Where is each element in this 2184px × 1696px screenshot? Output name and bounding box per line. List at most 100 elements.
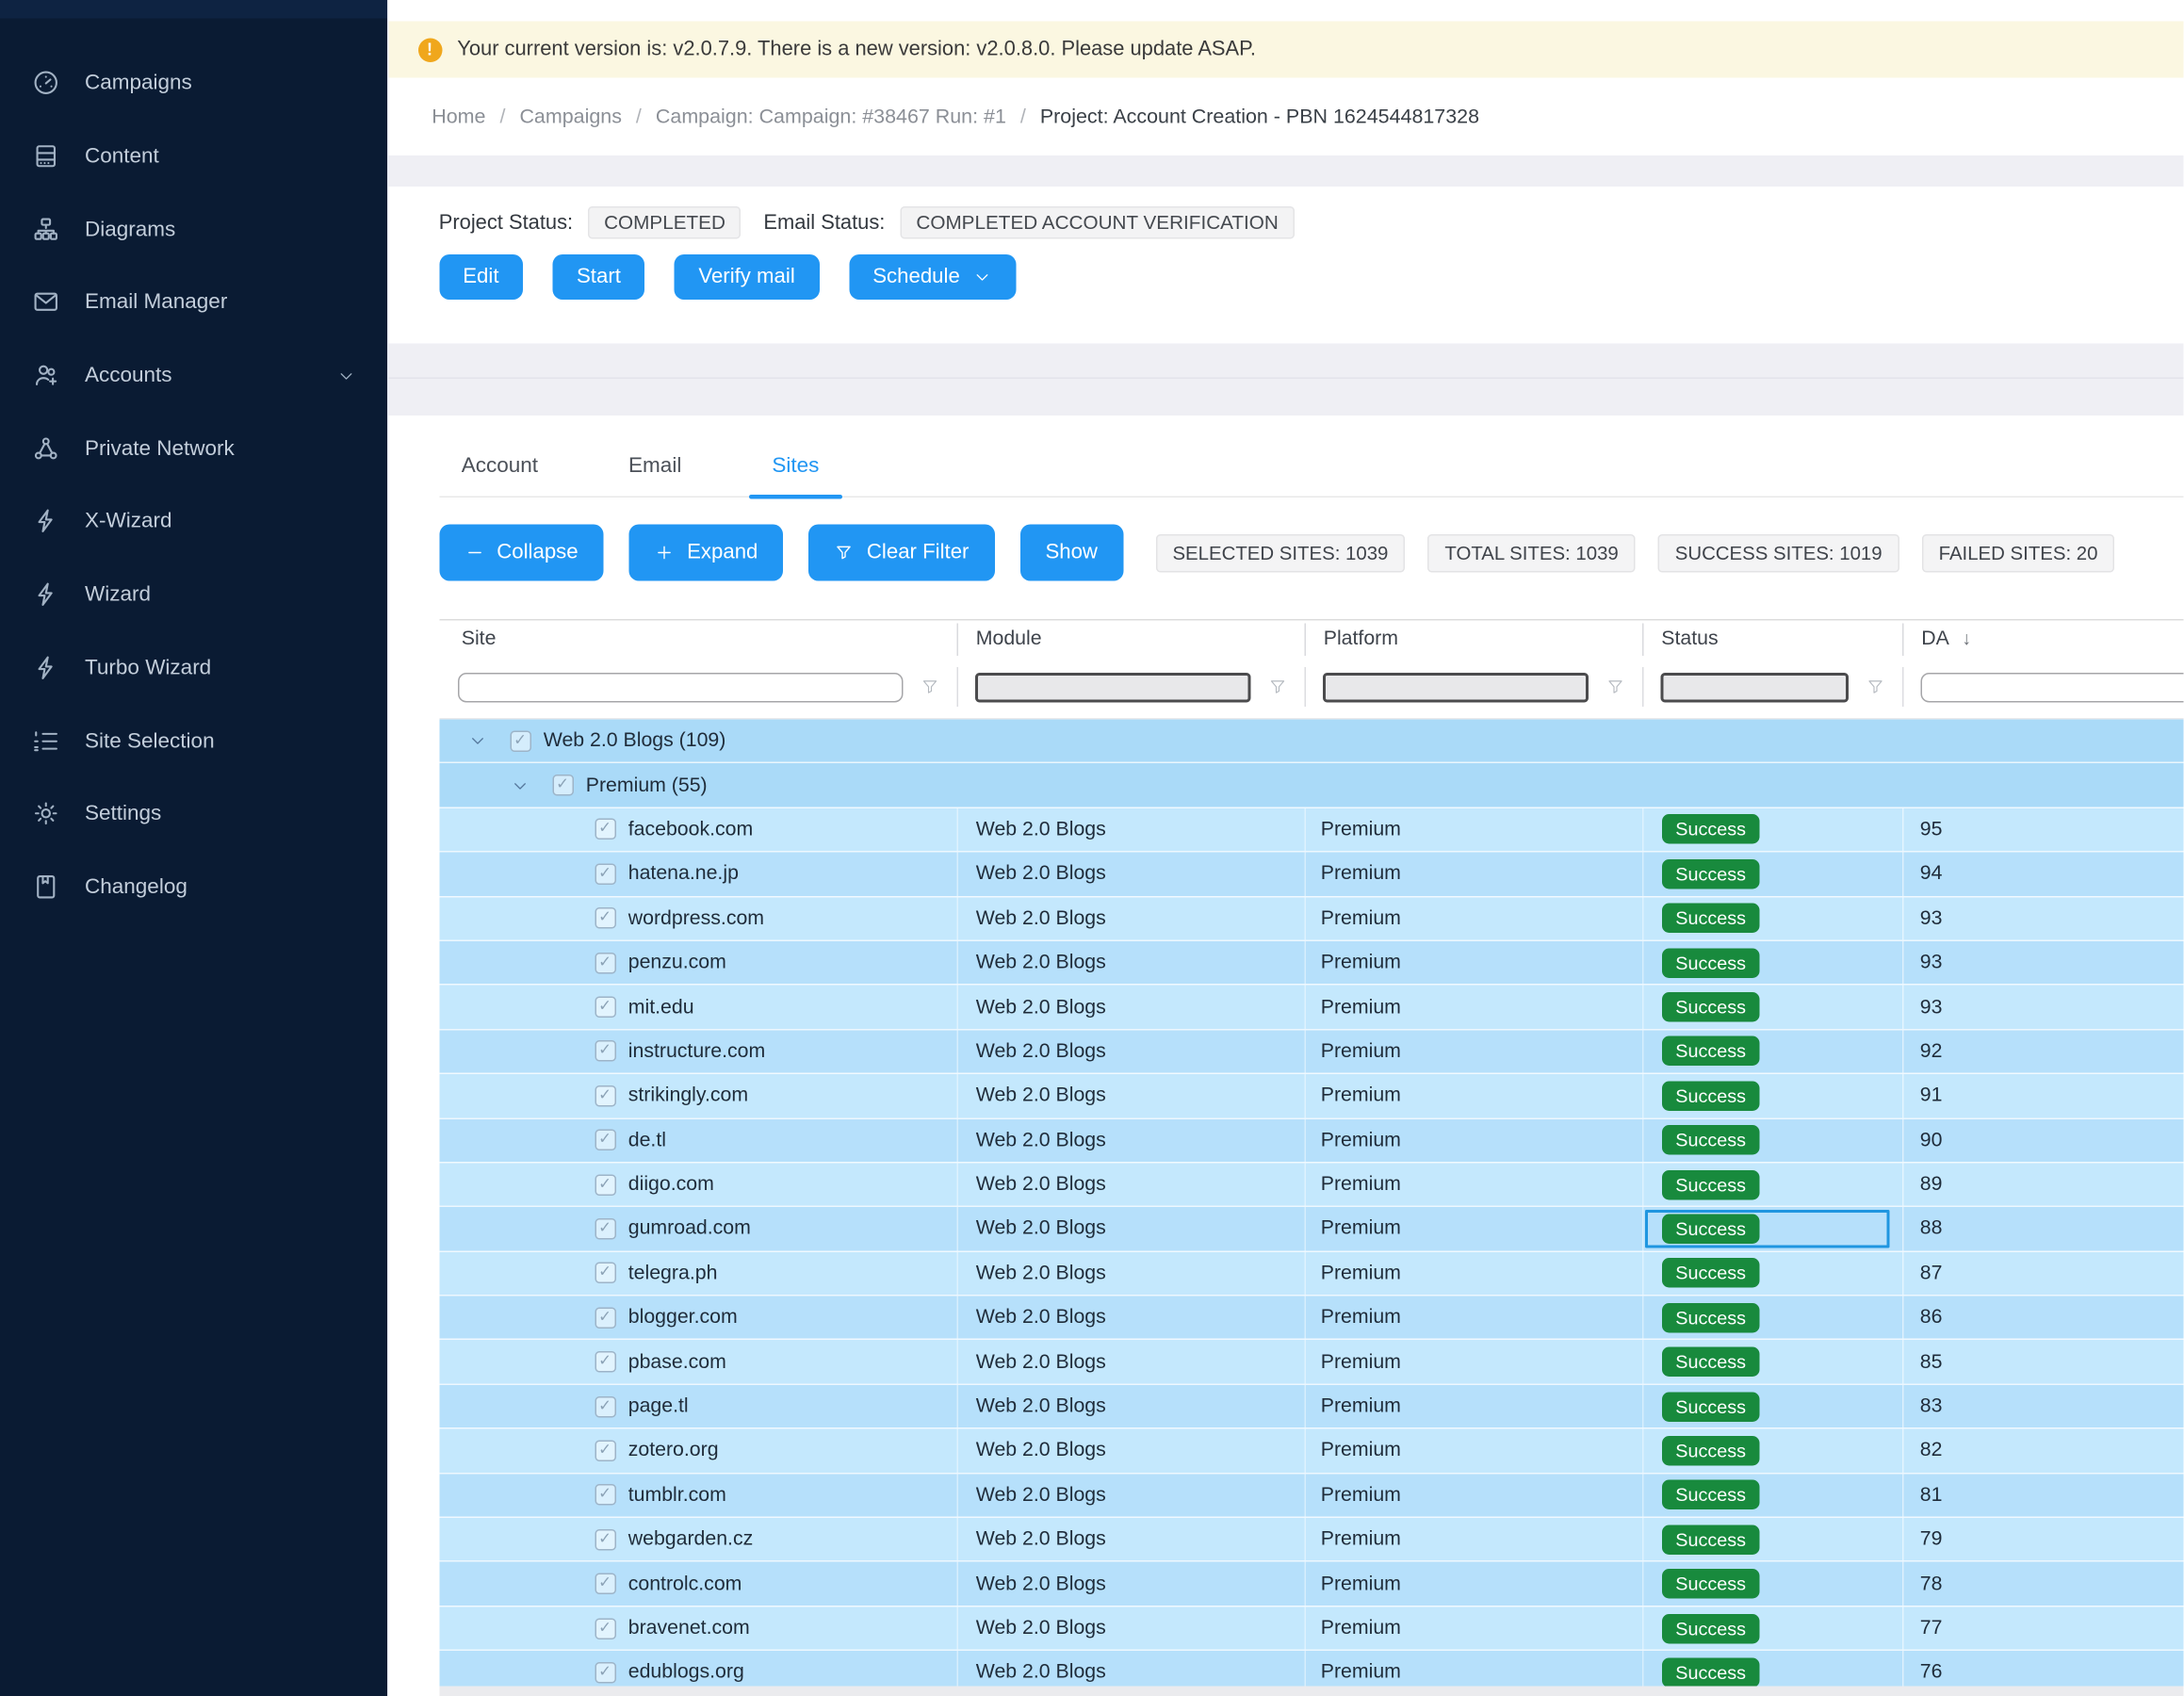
status-cell[interactable]: Success <box>1641 1163 1901 1206</box>
platform-cell[interactable]: Premium <box>1304 1385 1642 1428</box>
site-cell[interactable]: ✓blogger.com <box>439 1296 956 1340</box>
tab-account[interactable]: Account <box>439 454 561 497</box>
site-cell[interactable]: ✓diigo.com <box>439 1163 956 1206</box>
status-cell[interactable]: Success <box>1641 1341 1901 1384</box>
site-row-controlc-com[interactable]: ✓controlc.comWeb 2.0 BlogsPremiumSuccess… <box>439 1561 2184 1606</box>
site-cell[interactable]: ✓de.tl <box>439 1118 956 1162</box>
site-checkbox[interactable]: ✓ <box>595 1484 616 1506</box>
sidebar-item-turbo-wizard[interactable]: Turbo Wizard <box>0 631 386 705</box>
site-cell[interactable]: ✓penzu.com <box>439 941 956 985</box>
da-cell[interactable]: 85 <box>1901 1341 2184 1384</box>
module-cell[interactable]: Web 2.0 Blogs <box>956 897 1304 940</box>
module-cell[interactable]: Web 2.0 Blogs <box>956 1429 1304 1473</box>
site-cell[interactable]: ✓controlc.com <box>439 1562 956 1606</box>
site-row-mit-edu[interactable]: ✓mit.eduWeb 2.0 BlogsPremiumSuccess93 <box>439 985 2184 1029</box>
site-row-zotero-org[interactable]: ✓zotero.orgWeb 2.0 BlogsPremiumSuccess82 <box>439 1427 2184 1472</box>
module-cell[interactable]: Web 2.0 Blogs <box>956 1341 1304 1384</box>
site-checkbox[interactable]: ✓ <box>595 1130 616 1151</box>
site-row-diigo-com[interactable]: ✓diigo.comWeb 2.0 BlogsPremiumSuccess89 <box>439 1162 2184 1206</box>
start-button[interactable]: Start <box>553 254 645 300</box>
status-cell[interactable]: Success <box>1641 1030 1901 1073</box>
sidebar-item-x-wizard[interactable]: X-Wizard <box>0 485 386 559</box>
status-cell[interactable]: Success <box>1641 1518 1901 1561</box>
platform-cell[interactable]: Premium <box>1304 986 1642 1029</box>
site-cell[interactable]: ✓pbase.com <box>439 1341 956 1384</box>
status-cell-focused[interactable]: Success <box>1641 1207 1901 1250</box>
status-cell[interactable]: Success <box>1641 808 1901 852</box>
site-checkbox[interactable]: ✓ <box>595 1174 616 1196</box>
site-checkbox[interactable]: ✓ <box>595 1618 616 1639</box>
status-cell[interactable]: Success <box>1641 1474 1901 1517</box>
da-cell[interactable]: 93 <box>1901 897 2184 940</box>
sidebar-item-private-network[interactable]: Private Network <box>0 412 386 485</box>
da-filter-input[interactable] <box>1920 672 2184 702</box>
site-checkbox[interactable]: ✓ <box>595 1307 616 1329</box>
site-filter-input[interactable] <box>457 672 903 702</box>
platform-cell[interactable]: Premium <box>1304 1074 1642 1117</box>
platform-cell[interactable]: Premium <box>1304 853 1642 896</box>
site-checkbox[interactable]: ✓ <box>595 1574 616 1595</box>
sidebar-item-wizard[interactable]: Wizard <box>0 558 386 631</box>
module-cell[interactable]: Web 2.0 Blogs <box>956 1474 1304 1517</box>
schedule-button[interactable]: Schedule <box>849 254 1017 300</box>
da-cell[interactable]: 81 <box>1901 1474 2184 1517</box>
group-row-premium-55[interactable]: ✓Premium (55) <box>439 762 2184 807</box>
module-filter-select[interactable] <box>974 672 1250 702</box>
breadcrumb-item[interactable]: Home <box>432 106 485 128</box>
module-cell[interactable]: Web 2.0 Blogs <box>956 853 1304 896</box>
site-cell[interactable]: ✓instructure.com <box>439 1030 956 1073</box>
show-button[interactable]: Show <box>1019 525 1123 581</box>
expander-chevron-down-icon[interactable] <box>467 731 487 751</box>
collapse-button[interactable]: Collapse <box>439 525 604 581</box>
sidebar-item-campaigns[interactable]: Campaigns <box>0 47 386 121</box>
column-header-platform[interactable]: Platform <box>1304 621 1642 657</box>
module-cell[interactable]: Web 2.0 Blogs <box>956 1030 1304 1073</box>
status-cell[interactable]: Success <box>1641 897 1901 940</box>
platform-cell[interactable]: Premium <box>1304 1606 1642 1650</box>
site-row-tumblr-com[interactable]: ✓tumblr.comWeb 2.0 BlogsPremiumSuccess81 <box>439 1472 2184 1516</box>
site-cell[interactable]: ✓bravenet.com <box>439 1606 956 1650</box>
da-cell[interactable]: 93 <box>1901 986 2184 1029</box>
column-header-da[interactable]: DA↓ <box>1901 621 2184 657</box>
da-cell[interactable]: 89 <box>1901 1163 2184 1206</box>
group-checkbox[interactable]: ✓ <box>510 730 531 752</box>
site-cell[interactable]: ✓facebook.com <box>439 808 956 852</box>
expander-chevron-down-icon[interactable] <box>510 775 530 795</box>
site-row-penzu-com[interactable]: ✓penzu.comWeb 2.0 BlogsPremiumSuccess93 <box>439 939 2184 984</box>
sidebar-item-email-manager[interactable]: Email Manager <box>0 266 386 339</box>
da-cell[interactable]: 88 <box>1901 1207 2184 1250</box>
site-row-instructure-com[interactable]: ✓instructure.comWeb 2.0 BlogsPremiumSucc… <box>439 1029 2184 1073</box>
da-cell[interactable]: 77 <box>1901 1606 2184 1650</box>
breadcrumb-item[interactable]: Campaigns <box>519 106 621 128</box>
site-checkbox[interactable]: ✓ <box>595 1529 616 1551</box>
site-row-facebook-com[interactable]: ✓facebook.comWeb 2.0 BlogsPremiumSuccess… <box>439 807 2184 851</box>
status-cell[interactable]: Success <box>1641 1562 1901 1606</box>
platform-cell[interactable]: Premium <box>1304 1030 1642 1073</box>
da-cell[interactable]: 91 <box>1901 1074 2184 1117</box>
module-cell[interactable]: Web 2.0 Blogs <box>956 1163 1304 1206</box>
platform-cell[interactable]: Premium <box>1304 1429 1642 1473</box>
da-cell[interactable]: 79 <box>1901 1518 2184 1561</box>
site-checkbox[interactable]: ✓ <box>595 1085 616 1107</box>
module-cell[interactable]: Web 2.0 Blogs <box>956 1074 1304 1117</box>
status-cell[interactable]: Success <box>1641 1296 1901 1340</box>
da-cell[interactable]: 78 <box>1901 1562 2184 1606</box>
status-cell[interactable]: Success <box>1641 986 1901 1029</box>
module-cell[interactable]: Web 2.0 Blogs <box>956 808 1304 852</box>
platform-cell[interactable]: Premium <box>1304 941 1642 985</box>
site-row-pbase-com[interactable]: ✓pbase.comWeb 2.0 BlogsPremiumSuccess85 <box>439 1339 2184 1383</box>
site-checkbox[interactable]: ✓ <box>595 997 616 1019</box>
module-cell[interactable]: Web 2.0 Blogs <box>956 1518 1304 1561</box>
platform-cell[interactable]: Premium <box>1304 808 1642 852</box>
column-header-module[interactable]: Module <box>956 621 1304 657</box>
group-checkbox[interactable]: ✓ <box>552 775 574 796</box>
status-filter-select[interactable] <box>1660 672 1849 702</box>
site-row-bravenet-com[interactable]: ✓bravenet.comWeb 2.0 BlogsPremiumSuccess… <box>439 1606 2184 1650</box>
site-checkbox[interactable]: ✓ <box>595 1218 616 1240</box>
site-checkbox[interactable]: ✓ <box>595 1662 616 1684</box>
sidebar-item-site-selection[interactable]: Site Selection <box>0 704 386 777</box>
status-cell[interactable]: Success <box>1641 1074 1901 1117</box>
site-row-blogger-com[interactable]: ✓blogger.comWeb 2.0 BlogsPremiumSuccess8… <box>439 1295 2184 1339</box>
module-cell[interactable]: Web 2.0 Blogs <box>956 1118 1304 1162</box>
site-cell[interactable]: ✓tumblr.com <box>439 1474 956 1517</box>
